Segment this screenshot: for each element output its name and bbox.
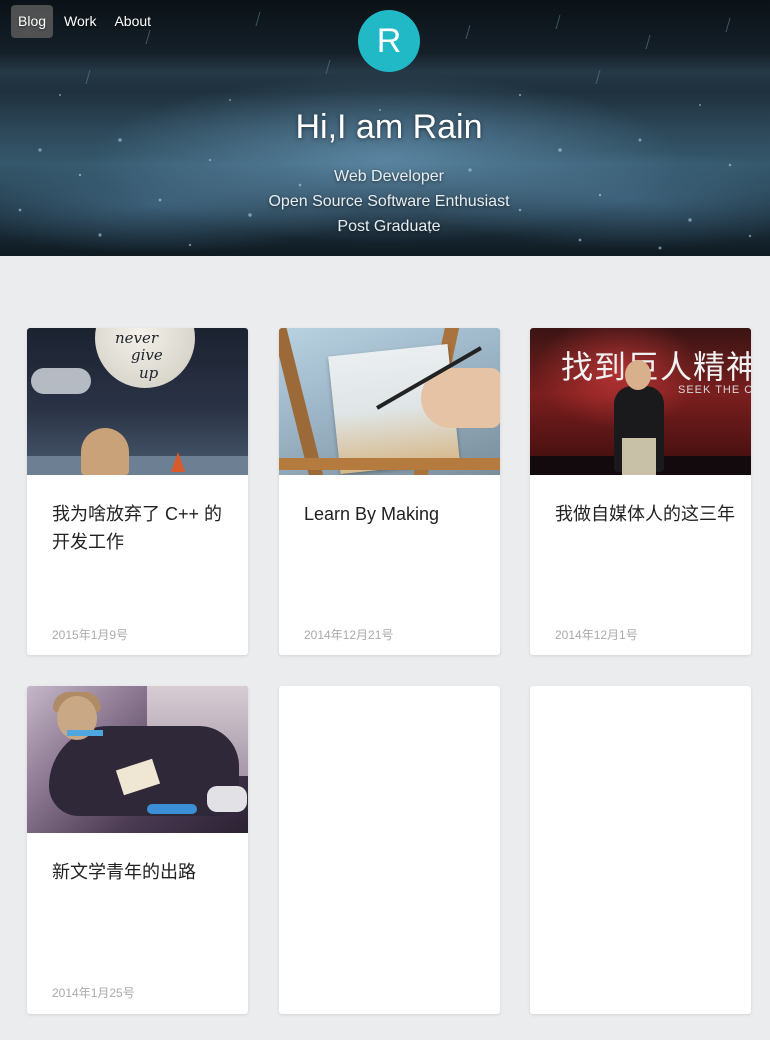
hero-subtitle-status: Post Graduate	[337, 218, 441, 235]
cone-illustration	[171, 452, 185, 472]
top-nav: Blog Work About	[11, 5, 158, 38]
hero-subtitle-role: Web Developer	[334, 168, 444, 185]
nav-about[interactable]: About	[107, 5, 158, 38]
feet-illustration	[207, 786, 247, 812]
cover-text: never	[115, 329, 159, 347]
post-date: 2014年12月21号	[304, 628, 394, 642]
post-cover-image: 找到巨人精神 SEEK THE C	[530, 328, 751, 475]
nav-work[interactable]: Work	[57, 5, 103, 38]
post-cover-image: never give up	[27, 328, 248, 475]
hero-subtitle-interest: Open Source Software Enthusiast	[268, 193, 510, 210]
post-date: 2015年1月9号	[52, 628, 129, 642]
nav-blog[interactable]: Blog	[11, 5, 54, 38]
post-date: 2014年12月1号	[555, 628, 638, 642]
post-cover-image	[279, 328, 500, 475]
girl-illustration	[81, 428, 129, 475]
cloud-illustration	[31, 368, 91, 394]
post-card[interactable]: never give up 我为啥放弃了 C++ 的开发工作 2015年1月9号	[27, 328, 248, 655]
post-cover-image	[27, 686, 248, 833]
cover-text: SEEK THE C	[678, 384, 751, 396]
cloth-illustration	[147, 804, 197, 814]
post-title[interactable]: Learn By Making	[304, 500, 484, 528]
post-title[interactable]: 我做自媒体人的这三年	[555, 500, 735, 528]
blindfold-illustration	[67, 730, 103, 736]
hero-title: Hi,I am Rain	[295, 108, 483, 146]
hero-banner: Blog Work About R Hi,I am Rain Web Devel…	[0, 0, 770, 256]
cover-text: 找到巨人精神	[561, 348, 751, 386]
post-card[interactable]: Learn By Making 2014年12月21号	[279, 328, 500, 655]
ground-illustration	[27, 456, 248, 475]
post-title[interactable]: 新文学青年的出路	[52, 858, 232, 886]
empty-card	[530, 686, 751, 1014]
easel-illustration	[279, 328, 326, 475]
speaker-legs-illustration	[622, 438, 656, 475]
post-date: 2014年1月25号	[52, 986, 135, 1000]
cover-text: give	[131, 346, 163, 364]
empty-card	[279, 686, 500, 1014]
post-title[interactable]: 我为啥放弃了 C++ 的开发工作	[52, 500, 232, 556]
easel-bar-illustration	[279, 458, 500, 470]
cover-text: up	[139, 364, 159, 382]
avatar[interactable]: R	[358, 10, 420, 72]
speaker-head-illustration	[625, 360, 651, 390]
post-card[interactable]: 新文学青年的出路 2014年1月25号	[27, 686, 248, 1014]
post-card[interactable]: 找到巨人精神 SEEK THE C 我做自媒体人的这三年 2014年12月1号	[530, 328, 751, 655]
